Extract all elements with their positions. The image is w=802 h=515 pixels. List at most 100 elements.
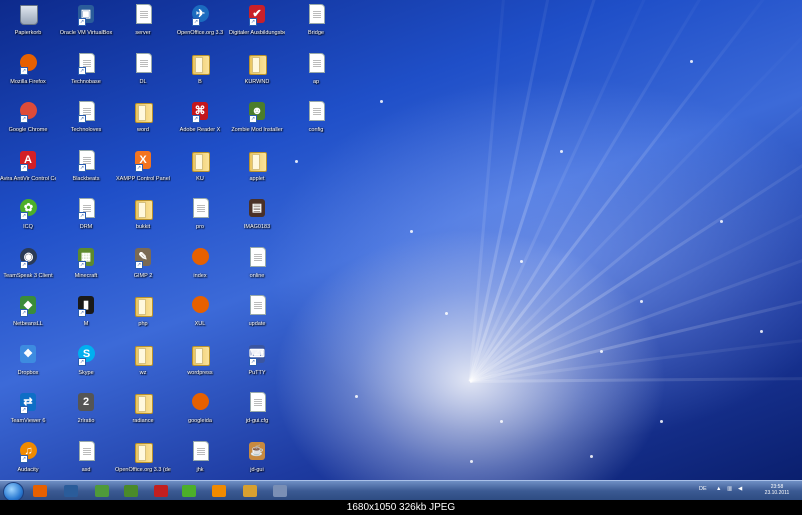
desktop-icon-label: Google Chrome	[8, 127, 48, 133]
desktop-icon[interactable]: ✿ ↗ ICQ	[0, 198, 56, 246]
desktop-icon[interactable]: X ↗ XAMPP Control Panel	[115, 150, 171, 198]
desktop-icon-label: jd-gui	[250, 466, 264, 473]
desktop-icon[interactable]: online	[229, 246, 285, 295]
desktop-icon-label: Mozilla Firefox	[10, 78, 46, 85]
mspaint-taskbar-icon[interactable]	[120, 483, 142, 499]
desktop-icon[interactable]: ▣ ↗ Oracle VM VirtualBox	[58, 4, 114, 52]
desktop-icon-image: ✎ ↗	[132, 247, 154, 271]
desktop-icon[interactable]: ▤ IMAG0183	[229, 198, 285, 246]
desktop-icon[interactable]: ↗ Mozilla Firefox	[0, 53, 56, 101]
desktop-icon[interactable]: OpenOffice.org 3.3 (de) Installation Fil…	[115, 441, 171, 481]
desktop-icon[interactable]: Papierkorb	[0, 4, 56, 52]
desktop-icon[interactable]: ▮ ↗ M	[58, 295, 114, 343]
desktop-icon-label: DRM	[79, 224, 93, 230]
desktop-icon[interactable]: jhk	[172, 440, 228, 481]
desktop-icon[interactable]: ◆ ↗ NetbeansLL	[0, 295, 56, 343]
desktop-icon[interactable]: ◉ ↗ TeamSpeak 3 Client	[0, 247, 56, 295]
desktop-icon-label: Blackbeats	[72, 175, 100, 182]
firefox-taskbar-icon[interactable]	[29, 483, 51, 499]
desktop-icon[interactable]: word	[115, 101, 171, 149]
wallpaper-ray	[468, 6, 802, 383]
desktop-icon[interactable]: ↗ Technobase	[58, 52, 114, 101]
wallpaper-star	[720, 220, 723, 223]
paint-taskbar-icon[interactable]	[269, 483, 291, 499]
desktop-icon[interactable]: update	[229, 295, 285, 343]
language-indicator[interactable]: DE	[699, 486, 707, 492]
desktop-icon[interactable]: B	[172, 53, 228, 101]
desktop-icon[interactable]: ⌨ ↗ PuTTY	[229, 344, 285, 392]
desktop-icon[interactable]: php	[115, 295, 171, 343]
desktop-icon-label: update	[248, 321, 266, 327]
desktop-icon-image	[189, 150, 211, 174]
desktop-icon-image	[246, 246, 268, 271]
desktop-icon[interactable]: ⇄ ↗ TeamViewer 6	[0, 392, 56, 440]
desktop-icon[interactable]: ↗ Blackbeats	[58, 149, 114, 198]
desktop-icon[interactable]: ❖ Dropbox	[0, 344, 56, 392]
desktop-icon[interactable]: 2 2rlratio	[58, 392, 114, 440]
volume-icon[interactable]: ◀	[738, 486, 742, 492]
desktop-icon-image: ❖	[17, 344, 39, 368]
icq-taskbar-icon[interactable]	[178, 483, 200, 499]
desktop-icon[interactable]: ap	[288, 52, 344, 101]
users-icon	[243, 485, 257, 497]
desktop-icon[interactable]: KU	[172, 150, 228, 198]
desktop-icon[interactable]: ↗ Technoloves	[58, 101, 114, 149]
desktop-icon-label: ICQ	[23, 224, 33, 230]
desktop-icon-image: A ↗	[17, 150, 39, 174]
desktop-icon[interactable]: Bridge	[288, 4, 344, 52]
desktop-icon-label: TeamViewer 6	[10, 418, 46, 424]
desktop-icon[interactable]: googleida	[172, 392, 228, 440]
wallpaper-star	[380, 100, 383, 103]
desktop-icon[interactable]: DL	[115, 52, 171, 101]
desktop-icon[interactable]: ↗ Google Chrome	[0, 101, 56, 149]
tray-arrow-icon[interactable]: ▲	[716, 486, 721, 492]
desktop-icon[interactable]: applet	[229, 150, 285, 198]
desktop-icon-label: wordpress	[187, 369, 213, 376]
desktop-icon-image	[132, 101, 154, 125]
desktop-icon[interactable]: pro	[172, 198, 228, 246]
desktop-icon-image: ✔ ↗	[246, 4, 268, 28]
filezilla-taskbar-icon[interactable]	[150, 483, 172, 499]
desktop-icon[interactable]: ☕ jd-gui	[229, 441, 285, 481]
desktop-icon[interactable]: ✎ ↗ GIMP 2	[115, 247, 171, 295]
desktop-icon[interactable]: radiance	[115, 392, 171, 440]
network-icon[interactable]: ▥	[727, 486, 732, 492]
start-button[interactable]	[3, 482, 24, 502]
notepadpp-taskbar-icon[interactable]	[91, 483, 113, 499]
desktop-icon[interactable]: ✔↗ Digitaler Ausbildungsbericht...	[229, 4, 285, 52]
desktop-icon[interactable]: ⌘ ↗ Adobe Reader X	[172, 101, 228, 149]
desktop-icon-image	[305, 4, 327, 28]
desktop-icon[interactable]: config	[288, 101, 344, 149]
desktop-icon[interactable]: ▦ ↗ Minecraft	[58, 247, 114, 295]
desktop-icon-image: ☻ ↗	[246, 101, 268, 125]
wallpaper-star	[660, 420, 663, 423]
media-player-taskbar-icon[interactable]	[208, 483, 230, 499]
desktop-icon[interactable]: ↗ DRM	[58, 198, 114, 246]
desktop-icon[interactable]: A↗Avira AntiVir Control Center	[0, 150, 56, 198]
desktop-icon[interactable]: bukkit	[115, 198, 171, 246]
desktop-icon[interactable]: ✈ ↗ OpenOffice.org 3.3	[172, 4, 228, 52]
desktop-icon-image: ↗	[75, 52, 97, 77]
users-taskbar-icon[interactable]	[239, 483, 261, 499]
wallpaper-star	[760, 330, 763, 333]
desktop-icon-image	[189, 344, 211, 368]
desktop-icon[interactable]: S ↗ Skype	[58, 344, 114, 392]
wallpaper-star	[355, 395, 358, 398]
desktop-icon[interactable]: ♫ ↗ Audacity	[0, 441, 56, 481]
desktop-icon[interactable]: XUL	[172, 295, 228, 343]
virtualbox-taskbar-icon[interactable]	[60, 483, 82, 499]
desktop-icon-image	[132, 441, 154, 465]
desktop-icon[interactable]: ☻ ↗ Zombie Mod Installer	[229, 101, 285, 149]
desktop-icon[interactable]: KURWND	[229, 53, 285, 101]
desktop-icon[interactable]: wz	[115, 344, 171, 392]
taskbar-clock[interactable]: 23:58 23.10.2011	[756, 484, 798, 496]
desktop-icon-label: GIMP 2	[133, 272, 153, 279]
desktop-icon-image: ♫ ↗	[17, 441, 39, 465]
desktop-icon[interactable]: wordpress	[172, 344, 228, 392]
wallpaper-star	[445, 312, 448, 315]
desktop-icon[interactable]: server	[115, 4, 171, 52]
desktop-icon[interactable]: index	[172, 247, 228, 295]
desktop-icon-image	[305, 52, 327, 77]
desktop-icon[interactable]: asd	[58, 440, 114, 481]
desktop-icon[interactable]: jd-gui.cfg	[229, 392, 285, 440]
